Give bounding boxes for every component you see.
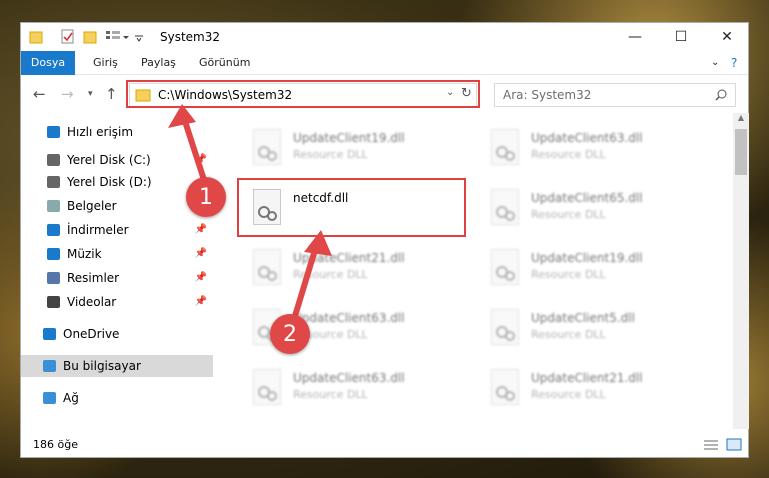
annotation-arrows [168,104,332,327]
callout-step-2: 2 [270,314,310,354]
callout-step-1: 1 [186,177,226,217]
